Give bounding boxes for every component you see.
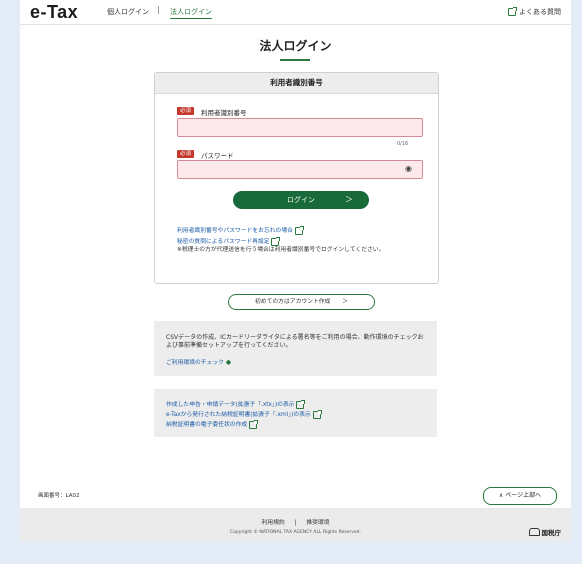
- page-frame: e-Tax 個人ログイン | 法人ログイン よくある質問 法人ログイン 利用者識…: [20, 0, 571, 541]
- tools-box: 作成した申告・申請データ(拡張子「.xtx」)の表示 e-Taxから発行された納…: [154, 389, 437, 437]
- nta-logo[interactable]: 国税庁: [528, 527, 562, 537]
- screen-number: 画面番号：LA02: [38, 493, 80, 499]
- create-account-button[interactable]: 初めての方はアカウント作成 ＞: [228, 294, 375, 310]
- required-badge: 必須: [177, 150, 195, 158]
- site-header: e-Tax 個人ログイン | 法人ログイン よくある質問: [20, 0, 571, 25]
- chevron-right-icon: ＞: [345, 195, 353, 204]
- create-power-of-attorney-link[interactable]: 納税証明書の電子委任状の作成: [166, 419, 259, 429]
- external-link-icon: [508, 7, 517, 16]
- user-id-input[interactable]: [177, 118, 423, 137]
- user-id-label: 利用者識別番号: [201, 109, 247, 117]
- view-xml-certificate-link[interactable]: e-Taxから発行された納税証明書(拡張子「.xml」)の表示: [166, 409, 322, 419]
- nta-emblem-icon: [528, 528, 540, 536]
- required-badge: 必須: [177, 107, 195, 115]
- forgot-credentials-link[interactable]: 利用者識別番号やパスワードをお忘れの場合: [177, 225, 304, 235]
- terms-link[interactable]: 利用規約: [261, 520, 284, 526]
- create-account-label: 初めての方はアカウント作成: [254, 299, 331, 305]
- password-label: パスワード: [201, 152, 234, 160]
- secret-question-reset-link[interactable]: 秘密の質問によるパスワード再設定: [177, 236, 281, 246]
- back-to-top-button[interactable]: ∧ ページ上部へ: [483, 487, 557, 505]
- external-link-icon: [249, 419, 259, 429]
- external-link-icon: [271, 236, 281, 246]
- login-button-label: ログイン: [287, 196, 315, 204]
- login-card-header: 利用者識別番号: [155, 73, 438, 94]
- faq-label: よくある質問: [519, 8, 561, 16]
- environment-check-text: CSVデータの作成、ICカードリーダライタによる署名等をご利用の場合、動作環境の…: [166, 334, 424, 349]
- chevron-right-icon: ＞: [342, 299, 349, 305]
- view-xtx-data-link[interactable]: 作成した申告・申請データ(拡張子「.xtx」)の表示: [166, 399, 306, 409]
- show-password-eye-icon[interactable]: ◉: [405, 164, 412, 173]
- login-card: 利用者識別番号 必須 利用者識別番号 0/16 必須 パスワード ◉ ログイン …: [154, 72, 439, 284]
- etax-logo[interactable]: e-Tax: [30, 2, 78, 23]
- tab-separator: |: [157, 5, 160, 14]
- recommended-env-link[interactable]: 推奨環境: [306, 520, 329, 526]
- chevron-up-icon: ∧: [498, 492, 504, 499]
- external-link-icon: [296, 399, 306, 409]
- external-link-icon: [312, 409, 322, 419]
- footer-links: 利用規約 | 推奨環境: [20, 517, 571, 526]
- tab-personal-login[interactable]: 個人ログイン: [107, 7, 149, 17]
- nta-label: 国税庁: [541, 529, 562, 537]
- environment-check-link[interactable]: ご利用環境のチェック ●: [166, 357, 231, 366]
- user-id-char-counter: 0/16: [397, 141, 409, 147]
- login-button[interactable]: ログイン ＞: [233, 191, 369, 209]
- page-title: 法人ログイン: [259, 39, 332, 53]
- footer-separator: |: [294, 520, 297, 526]
- tab-corporate-login[interactable]: 法人ログイン: [170, 7, 212, 19]
- faq-link[interactable]: よくある質問: [508, 7, 561, 17]
- external-link-icon: [294, 225, 304, 235]
- back-to-top-label: ページ上部へ: [505, 492, 542, 499]
- environment-check-box: CSVデータの作成、ICカードリーダライタによる署名等をご利用の場合、動作環境の…: [154, 321, 437, 376]
- circle-arrow-icon: ●: [225, 360, 231, 366]
- title-underline: [280, 59, 310, 61]
- tax-accountant-note: ※税理士の方が代理送信を行う場合は利用者識別番号でログインしてください。: [177, 247, 385, 253]
- site-footer: 利用規約 | 推奨環境 Copyright © NATIONAL TAX AGE…: [20, 508, 571, 541]
- copyright: Copyright © NATIONAL TAX AGENCY ALL Righ…: [230, 530, 361, 535]
- password-input[interactable]: [177, 160, 423, 179]
